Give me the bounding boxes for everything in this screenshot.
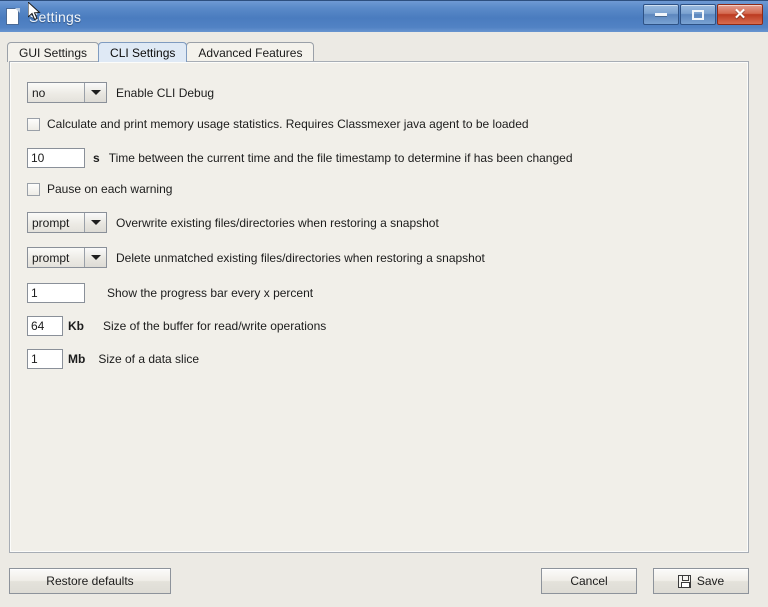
timestamp-delta-value: 10	[31, 151, 45, 165]
overwrite-existing-combo[interactable]: prompt	[27, 212, 107, 233]
enable-cli-debug-label: Enable CLI Debug	[116, 85, 215, 100]
row-progress-percent: 1 Show the progress bar every x percent	[27, 283, 313, 303]
row-pause-on-warning[interactable]: Pause on each warning	[27, 182, 172, 196]
row-enable-cli-debug: no Enable CLI Debug	[27, 82, 214, 103]
row-overwrite-existing: prompt Overwrite existing files/director…	[27, 212, 439, 233]
enable-cli-debug-value: no	[28, 83, 84, 102]
tab-strip: GUI Settings CLI Settings Advanced Featu…	[7, 41, 315, 62]
tab-cli-settings[interactable]: CLI Settings	[98, 42, 188, 62]
timestamp-delta-label: Time between the current time and the fi…	[108, 151, 573, 165]
buffer-size-value: 64	[31, 319, 45, 333]
memory-stats-label: Calculate and print memory usage statist…	[47, 117, 529, 131]
cli-settings-panel: no Enable CLI Debug Calculate and print …	[9, 61, 749, 553]
minimize-icon	[655, 13, 667, 16]
memory-stats-checkbox[interactable]	[27, 117, 40, 131]
close-icon: ✕	[733, 6, 747, 23]
row-slice-size: 1 Mb Size of a data slice	[27, 349, 199, 369]
tab-advanced-features[interactable]: Advanced Features	[186, 42, 315, 62]
progress-percent-value: 1	[31, 286, 38, 300]
save-button[interactable]: Save	[653, 568, 749, 594]
cancel-label: Cancel	[570, 574, 608, 588]
row-memory-stats[interactable]: Calculate and print memory usage statist…	[27, 117, 529, 131]
restore-defaults-button[interactable]: Restore defaults	[9, 568, 171, 594]
maximize-icon	[692, 9, 704, 20]
minimize-button[interactable]	[643, 4, 679, 25]
overwrite-existing-label: Overwrite existing files/directories whe…	[116, 215, 439, 230]
chevron-down-icon[interactable]	[84, 248, 106, 267]
buffer-size-input[interactable]: 64	[27, 316, 63, 336]
delete-unmatched-value: prompt	[28, 248, 84, 267]
delete-unmatched-combo[interactable]: prompt	[27, 247, 107, 268]
slice-size-label: Size of a data slice	[98, 352, 200, 366]
row-delete-unmatched: prompt Delete unmatched existing files/d…	[27, 247, 485, 268]
cancel-button[interactable]: Cancel	[541, 568, 637, 594]
maximize-button[interactable]	[680, 4, 716, 25]
timestamp-delta-input[interactable]: 10	[27, 148, 85, 168]
title-bar[interactable]: Settings ✕	[0, 0, 768, 32]
save-label: Save	[696, 574, 725, 588]
timestamp-delta-unit: s	[93, 151, 100, 165]
chevron-down-icon[interactable]	[84, 83, 106, 102]
window-title: Settings	[29, 9, 82, 25]
tab-gui-settings-label: GUI Settings	[19, 45, 88, 60]
row-timestamp-delta: 10 s Time between the current time and t…	[27, 148, 573, 168]
dialog-button-bar: Restore defaults Cancel Save	[3, 559, 768, 607]
overwrite-existing-value: prompt	[28, 213, 84, 232]
progress-percent-input[interactable]: 1	[27, 283, 85, 303]
chevron-down-icon[interactable]	[84, 213, 106, 232]
delete-unmatched-label: Delete unmatched existing files/director…	[116, 250, 485, 265]
buffer-size-label: Size of the buffer for read/write operat…	[103, 319, 327, 333]
slice-size-input[interactable]: 1	[27, 349, 63, 369]
progress-percent-label: Show the progress bar every x percent	[107, 286, 314, 300]
row-buffer-size: 64 Kb Size of the buffer for read/write …	[27, 316, 326, 336]
window-body: GUI Settings CLI Settings Advanced Featu…	[0, 32, 768, 607]
window-controls: ✕	[643, 4, 763, 25]
document-icon	[6, 8, 21, 26]
pause-on-warning-label: Pause on each warning	[47, 182, 173, 196]
settings-window: Settings ✕ GUI Settings CLI Settings Adv…	[0, 0, 768, 607]
slice-size-value: 1	[31, 352, 38, 366]
restore-defaults-label: Restore defaults	[46, 574, 134, 588]
buffer-size-unit: Kb	[68, 319, 84, 333]
pause-on-warning-checkbox[interactable]	[27, 182, 40, 196]
slice-size-unit: Mb	[68, 352, 86, 366]
enable-cli-debug-combo[interactable]: no	[27, 82, 107, 103]
floppy-disk-icon	[677, 574, 691, 588]
tab-cli-settings-label: CLI Settings	[110, 45, 176, 60]
tab-gui-settings[interactable]: GUI Settings	[7, 42, 100, 62]
close-button[interactable]: ✕	[717, 4, 763, 25]
tab-advanced-features-label: Advanced Features	[198, 45, 303, 60]
